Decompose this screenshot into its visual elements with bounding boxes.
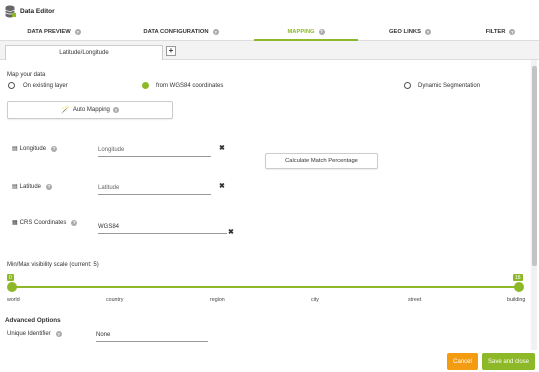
clear-longitude-icon[interactable]: ✖	[219, 144, 225, 152]
tab-geo-links[interactable]: GEO LINKS ?	[358, 24, 462, 40]
scale-tick: world	[7, 297, 20, 303]
tab-label: FILTER	[485, 29, 506, 35]
clear-latitude-icon[interactable]: ✖	[219, 182, 225, 190]
footer-bar: Cancel Save and close	[0, 350, 539, 372]
help-icon[interactable]: ?	[71, 219, 78, 226]
cancel-button[interactable]: Cancel	[447, 353, 478, 370]
radio-label: Dynamic Segmentation	[418, 83, 481, 89]
magic-wand-icon: 🪄	[61, 107, 70, 114]
help-icon[interactable]: ?	[46, 183, 53, 190]
database-icon: ▤	[12, 146, 18, 152]
longitude-label: ▤ Longitude ?	[12, 145, 58, 152]
map-icon: ▦	[12, 220, 18, 226]
app-title: Data Editor	[20, 8, 55, 15]
help-icon[interactable]: ?	[74, 29, 81, 35]
tab-filter[interactable]: FILTER ?	[462, 24, 539, 40]
scale-tick: region	[210, 297, 225, 303]
tab-mapping[interactable]: MAPPING ?	[254, 24, 358, 41]
tab-label: DATA CONFIGURATION	[143, 29, 209, 35]
tab-data-preview[interactable]: DATA PREVIEW ?	[0, 24, 108, 40]
label-text: Latitude	[19, 183, 42, 190]
clear-crs-icon[interactable]: ✖	[228, 228, 234, 236]
tab-label: GEO LINKS	[389, 29, 421, 35]
unique-identifier-label: Unique Identifier ?	[7, 331, 62, 337]
label-text: CRS Coordinates	[19, 219, 67, 226]
database-icon	[5, 5, 16, 18]
database-icon: ▤	[12, 184, 18, 190]
tab-label: MAPPING	[287, 28, 315, 35]
slider-max-badge: 18	[513, 274, 523, 281]
add-subtab-button[interactable]: +	[166, 46, 176, 56]
main-nav: DATA PREVIEW ? DATA CONFIGURATION ? MAPP…	[0, 24, 539, 41]
subtab-latitude-longitude[interactable]: Latitude/Longitude	[5, 45, 163, 60]
label-text: Unique Identifier	[7, 331, 51, 337]
scale-tick: building	[507, 297, 526, 303]
crs-input[interactable]: WGS84	[98, 224, 227, 234]
slider-max-handle[interactable]	[514, 282, 524, 292]
scale-tick: country	[106, 297, 124, 303]
slider-min-handle[interactable]	[7, 282, 17, 292]
help-icon[interactable]: ?	[55, 331, 62, 337]
advanced-options-title: Advanced Options	[5, 317, 61, 324]
title-bar: Data Editor	[0, 0, 539, 22]
help-icon[interactable]: ?	[509, 29, 516, 35]
latitude-input[interactable]: Latitude	[98, 185, 211, 195]
radio-label: from WGS84 coordinates	[156, 83, 224, 89]
save-and-close-button[interactable]: Save and close	[482, 353, 535, 370]
mapping-panel: Map your data On existing layer from WGS…	[0, 60, 530, 350]
tab-data-configuration[interactable]: DATA CONFIGURATION ?	[108, 24, 254, 40]
help-icon[interactable]: ?	[212, 29, 219, 35]
crs-label: ▦ CRS Coordinates ?	[12, 219, 78, 226]
radio-existing-layer[interactable]	[8, 82, 15, 89]
tab-label: DATA PREVIEW	[27, 29, 71, 35]
longitude-input[interactable]: Longitude	[98, 147, 211, 157]
auto-mapping-button[interactable]: 🪄 Auto Mapping ?	[7, 101, 173, 119]
scrollbar-thumb[interactable]	[532, 66, 537, 266]
unique-identifier-select[interactable]: None	[96, 332, 208, 342]
help-icon[interactable]: ?	[51, 145, 58, 152]
subtab-bar: Latitude/Longitude +	[0, 41, 539, 60]
radio-wgs84[interactable]	[142, 82, 149, 89]
scale-tick: city	[311, 297, 319, 303]
scale-tick: street	[408, 297, 422, 303]
radio-label: On existing layer	[23, 83, 68, 89]
help-icon[interactable]: ?	[112, 107, 119, 113]
help-icon[interactable]: ?	[424, 29, 431, 35]
latitude-label: ▤ Latitude ?	[12, 183, 53, 190]
visibility-label: Min/Max visibility scale (current: 5)	[7, 262, 99, 268]
vertical-scrollbar[interactable]	[531, 60, 537, 350]
radio-dynamic-segmentation[interactable]	[404, 82, 411, 89]
help-icon[interactable]: ?	[318, 28, 325, 35]
visibility-slider-track[interactable]	[12, 286, 519, 288]
slider-min-badge: 0	[7, 274, 14, 281]
calculate-match-button[interactable]: Calculate Match Percentage	[265, 153, 378, 169]
map-data-heading: Map your data	[7, 72, 46, 78]
button-label: Auto Mapping	[72, 107, 110, 113]
label-text: Longitude	[19, 145, 47, 152]
